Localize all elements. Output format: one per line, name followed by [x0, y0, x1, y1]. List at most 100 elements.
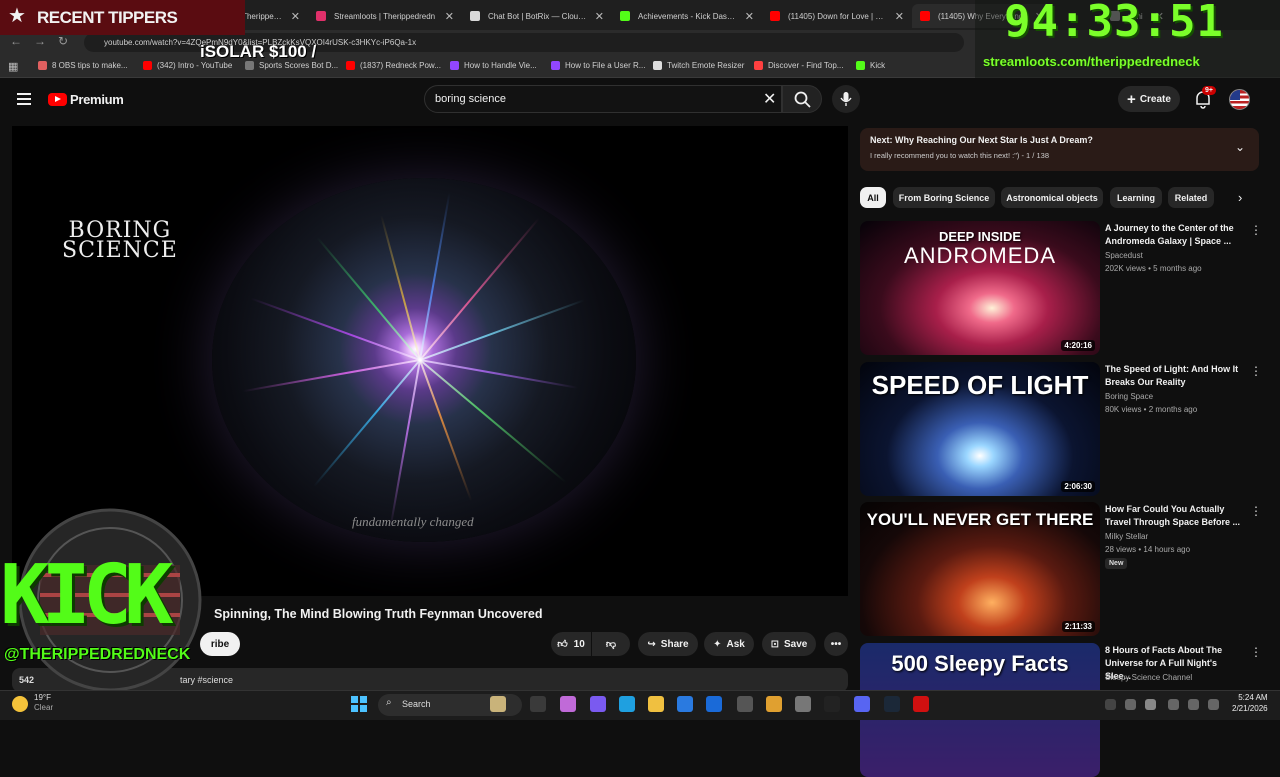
reload-icon[interactable]: ↻ [58, 34, 68, 48]
store-icon[interactable] [677, 696, 693, 712]
task-view-icon[interactable] [530, 696, 546, 712]
thumbnail-text: SPEED OF LIGHT [871, 370, 1089, 400]
hamburger-menu-icon[interactable] [17, 93, 31, 105]
share-label: Share [660, 638, 689, 650]
close-tab-icon[interactable]: ✕ [291, 10, 300, 23]
terminal-icon[interactable] [824, 696, 840, 712]
recent-tippers-title: RECENT TIPPERS [37, 8, 178, 27]
recommendation-title[interactable]: How Far Could You Actually Travel Throug… [1105, 503, 1245, 529]
search-input[interactable]: boring science [424, 85, 782, 113]
steam-icon[interactable] [884, 696, 900, 712]
windows-taskbar [0, 690, 1280, 720]
teams-icon[interactable] [590, 696, 606, 712]
subathon-timer: 94:33:51 [1004, 0, 1224, 47]
filter-chip[interactable]: Astronomical objects [1001, 187, 1103, 208]
more-options-icon[interactable]: ⋮ [1250, 645, 1262, 659]
filter-chip[interactable]: From Boring Science [893, 187, 995, 208]
weather-moon-icon[interactable] [12, 696, 28, 712]
recommendation-thumbnail[interactable]: DEEP INSIDE ANDROMEDA 4:20:16 [860, 221, 1100, 355]
bookmark-item[interactable]: Twitch Emote Resizer [653, 61, 744, 70]
close-tab-icon[interactable]: ✕ [745, 10, 754, 23]
recommendation-channel[interactable]: Milky Stellar [1105, 532, 1148, 541]
bookmark-item[interactable]: Kick [856, 61, 885, 70]
chrome-icon[interactable] [766, 696, 782, 712]
thumbnail-text: DEEP INSIDE [938, 229, 1022, 244]
more-options-icon[interactable]: ⋮ [1250, 504, 1262, 518]
more-actions-button[interactable]: ••• [824, 632, 848, 656]
like-button[interactable]: 👍︎ 10 [551, 632, 591, 656]
bookmark-favicon-icon [551, 61, 560, 70]
bookmark-item[interactable]: (342) Intro - YouTube [143, 61, 232, 70]
avatar[interactable] [1229, 89, 1250, 110]
recommendation-thumbnail[interactable]: SPEED OF LIGHT 2:06:30 [860, 362, 1100, 496]
recommendation-channel[interactable]: Spacedust [1105, 251, 1143, 260]
create-button[interactable]: + Create [1118, 86, 1180, 112]
create-label: Create [1139, 93, 1171, 105]
tray-icon[interactable] [1145, 699, 1156, 710]
volume-icon[interactable] [1188, 699, 1199, 710]
recommendation-title[interactable]: The Speed of Light: And How It Breaks Ou… [1105, 363, 1245, 389]
copilot-icon[interactable] [560, 696, 576, 712]
back-icon[interactable]: ← [10, 34, 22, 48]
battery-icon[interactable] [1208, 699, 1219, 710]
youtube-logo[interactable]: Premium [48, 92, 124, 107]
bookmark-item[interactable]: How to File a User R... [551, 61, 645, 70]
weather-widget[interactable]: 19°F Clear [34, 693, 53, 713]
edge-icon[interactable] [619, 696, 635, 712]
chevron-right-icon[interactable]: › [1238, 190, 1242, 205]
save-button[interactable]: ⊡ Save [762, 632, 816, 656]
close-tab-icon[interactable]: ✕ [895, 10, 904, 23]
bookmark-item[interactable]: How to Handle Vie... [450, 61, 537, 70]
record-icon[interactable] [913, 696, 929, 712]
playlist-next-panel[interactable]: Next: Why Reaching Our Next Star Is Just… [860, 128, 1259, 171]
recommendation-thumbnail[interactable]: YOU'LL NEVER GET THERE 2:11:33 [860, 502, 1100, 636]
tray-icon[interactable] [1125, 699, 1136, 710]
system-clock[interactable]: 5:24 AM 2/21/2026 [1232, 692, 1268, 714]
close-tab-icon[interactable]: ✕ [445, 10, 454, 23]
bookmark-item[interactable]: (1837) Redneck Pow... [346, 61, 441, 70]
taskbar-landscape-widget-icon[interactable] [490, 696, 506, 712]
outlook-icon[interactable] [706, 696, 722, 712]
browser-tab[interactable]: (11405) Down for Love | Offic ✕ [762, 4, 912, 28]
chevron-down-icon[interactable]: ⌄ [1235, 140, 1245, 154]
filter-chip[interactable]: All [860, 187, 886, 208]
search-button[interactable] [782, 85, 822, 113]
bookmark-label: How to Handle Vie... [464, 61, 537, 70]
tray-chevron-icon[interactable] [1105, 699, 1116, 710]
recommendation-meta: 80K views • 2 months ago [1105, 405, 1198, 414]
more-options-icon[interactable]: ⋮ [1250, 364, 1262, 378]
browser-tab[interactable]: Streamloots | Therippedredn ✕ [308, 4, 462, 28]
ask-button[interactable]: ✦ Ask [704, 632, 754, 656]
obs-icon[interactable] [737, 696, 753, 712]
bookmark-favicon-icon [856, 61, 865, 70]
bookmark-item[interactable]: 8 OBS tips to make... [38, 61, 128, 70]
voice-search-button[interactable] [832, 85, 860, 113]
discord-icon[interactable] [854, 696, 870, 712]
more-options-icon[interactable]: ⋮ [1250, 223, 1262, 237]
thumbs-up-icon: 👍︎ [557, 639, 568, 650]
wifi-icon[interactable] [1168, 699, 1179, 710]
ask-label: Ask [726, 638, 745, 650]
windows-start-icon[interactable] [351, 696, 367, 712]
notifications-button[interactable]: 9+ [1192, 86, 1216, 115]
file-explorer-icon[interactable] [648, 696, 664, 712]
apps-grid-icon[interactable]: ▦ [8, 60, 18, 73]
recommendation-title[interactable]: A Journey to the Center of the Andromeda… [1105, 222, 1245, 248]
share-button[interactable]: ↪ Share [638, 632, 698, 656]
dislike-button[interactable]: 👎︎ [592, 632, 630, 656]
video-title: Spinning, The Mind Blowing Truth Feynman… [214, 607, 543, 621]
browser-tab[interactable]: Achievements - Kick Dashboa ✕ [612, 4, 762, 28]
close-tab-icon[interactable]: ✕ [595, 10, 604, 23]
recommendation-meta: 202K views • 5 months ago [1105, 264, 1202, 273]
bookmark-item[interactable]: Sports Scores Bot D... [245, 61, 338, 70]
recommendation-channel[interactable]: Boring Space [1105, 392, 1153, 401]
bookmark-item[interactable]: Discover - Find Top... [754, 61, 843, 70]
recommendation-channel[interactable]: Sleepy Science Channel [1105, 673, 1192, 682]
app-icon[interactable] [795, 696, 811, 712]
bookmark-icon: ⊡ [770, 638, 780, 650]
clear-search-icon[interactable]: ✕ [763, 89, 776, 109]
forward-icon[interactable]: → [34, 34, 46, 48]
filter-chip[interactable]: Learning [1110, 187, 1162, 208]
browser-tab[interactable]: Chat Bot | BotRix — Cloud St ✕ [462, 4, 612, 28]
filter-chip[interactable]: Related [1168, 187, 1214, 208]
